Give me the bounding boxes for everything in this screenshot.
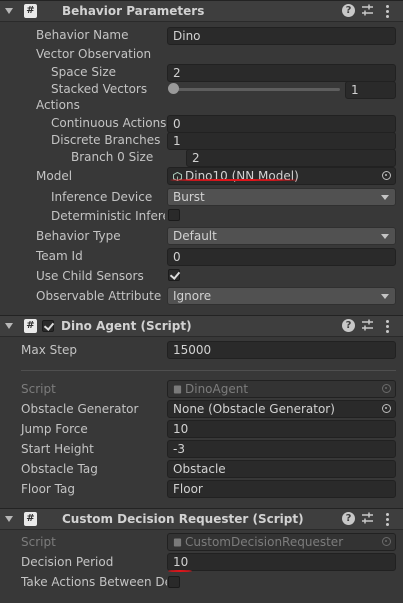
presets-icon[interactable] — [361, 512, 374, 525]
caret-down-icon — [381, 234, 389, 239]
stacked-vectors-slider-thumb[interactable] — [168, 83, 179, 94]
obstacle-tag-label: Obstacle Tag — [21, 462, 98, 476]
inference-device-dropdown[interactable]: Burst — [167, 188, 396, 206]
stacked-vectors-slider-track[interactable] — [172, 88, 340, 91]
object-picker-icon[interactable] — [382, 404, 391, 413]
red-underline-annotation — [170, 179, 297, 181]
script-icon: # — [24, 319, 37, 333]
decision-period-input[interactable]: 10 — [167, 553, 396, 571]
decision-requester-header[interactable]: # Custom Decision Requester (Script) ? — [0, 508, 403, 530]
script-label: Script — [21, 535, 56, 549]
script-object-field: DinoAgent — [167, 380, 396, 398]
jump-force-input[interactable]: 10 — [167, 420, 396, 438]
component-enabled-checkbox[interactable] — [42, 320, 55, 332]
red-underline-annotation — [168, 570, 192, 572]
behavior-type-value: Default — [173, 229, 217, 243]
behavior-parameters-header[interactable]: # Behavior Parameters ? — [0, 0, 403, 22]
component-title: Custom Decision Requester (Script) — [62, 512, 304, 526]
object-picker-icon — [382, 384, 391, 393]
decision-period-label: Decision Period — [21, 555, 114, 569]
checkmark-icon — [43, 320, 55, 331]
kebab-menu-icon[interactable] — [386, 5, 390, 18]
section-divider — [21, 370, 396, 371]
kebab-menu-icon[interactable] — [386, 320, 390, 333]
use-child-sensors-label: Use Child Sensors — [36, 269, 144, 283]
chevron-down-icon[interactable] — [5, 8, 13, 14]
cs-script-icon — [173, 538, 182, 547]
actions-label: Actions — [36, 98, 80, 112]
space-size-label: Space Size — [51, 65, 117, 79]
script-icon: # — [24, 4, 37, 18]
caret-down-icon — [381, 195, 389, 200]
continuous-actions-label: Continuous Actions — [51, 116, 167, 130]
chevron-down-icon[interactable] — [5, 323, 13, 329]
use-child-sensors-checkbox[interactable] — [168, 269, 181, 281]
take-actions-between-label: Take Actions Between De — [21, 575, 167, 589]
jump-force-label: Jump Force — [21, 422, 88, 436]
caret-down-icon — [381, 294, 389, 299]
cs-script-icon — [173, 385, 182, 394]
kebab-menu-icon[interactable] — [386, 513, 390, 526]
model-label: Model — [36, 169, 73, 183]
script-value: DinoAgent — [185, 382, 249, 396]
start-height-input[interactable]: -3 — [167, 440, 396, 458]
stacked-vectors-label: Stacked Vectors — [51, 82, 148, 96]
script-label: Script — [21, 382, 56, 396]
behavior-name-label: Behavior Name — [36, 28, 129, 42]
component-title: Behavior Parameters — [62, 4, 205, 18]
presets-icon[interactable] — [361, 319, 374, 332]
observable-attribute-dropdown[interactable]: Ignore — [167, 287, 396, 305]
chevron-down-icon[interactable] — [5, 516, 13, 522]
vector-observation-label: Vector Observation — [36, 47, 152, 61]
continuous-actions-input[interactable]: 0 — [167, 115, 396, 133]
behavior-type-dropdown[interactable]: Default — [167, 227, 396, 245]
start-height-label: Start Height — [21, 442, 94, 456]
max-step-input[interactable]: 15000 — [167, 341, 396, 359]
branch-0-size-input[interactable]: 2 — [186, 149, 396, 167]
object-picker-icon[interactable] — [382, 171, 391, 180]
component-title: Dino Agent (Script) — [61, 319, 192, 333]
take-actions-between-checkbox[interactable] — [168, 576, 180, 588]
discrete-branches-input[interactable]: 1 — [167, 132, 396, 150]
model-object-field[interactable]: Dino10 (NN Model) — [167, 167, 396, 185]
behavior-name-input[interactable]: Dino — [167, 27, 396, 45]
floor-tag-input[interactable]: Floor — [167, 480, 396, 498]
help-icon[interactable]: ? — [342, 512, 355, 525]
branch-0-size-label: Branch 0 Size — [71, 150, 154, 164]
dino-agent-header[interactable]: # Dino Agent (Script) ? — [0, 315, 403, 337]
floor-tag-label: Floor Tag — [21, 482, 75, 496]
obstacle-generator-object-field[interactable]: None (Obstacle Generator) — [167, 400, 396, 418]
behavior-type-label: Behavior Type — [36, 229, 121, 243]
script-object-field: CustomDecisionRequester — [167, 533, 396, 551]
help-icon[interactable]: ? — [342, 4, 355, 17]
script-icon: # — [24, 512, 37, 526]
object-picker-icon — [382, 537, 391, 546]
team-id-label: Team Id — [36, 249, 83, 263]
help-icon[interactable]: ? — [342, 319, 355, 332]
stacked-vectors-input[interactable]: 1 — [345, 81, 396, 99]
observable-attribute-value: Ignore — [173, 289, 212, 303]
presets-icon[interactable] — [361, 4, 374, 17]
obstacle-tag-input[interactable]: Obstacle — [167, 460, 396, 478]
inference-device-value: Burst — [173, 190, 205, 204]
obstacle-generator-value: None (Obstacle Generator) — [173, 402, 335, 416]
deterministic-inference-label: Deterministic Inferen — [51, 209, 165, 223]
space-size-input[interactable]: 2 — [167, 64, 396, 82]
checkmark-icon — [169, 269, 181, 280]
deterministic-inference-checkbox[interactable] — [168, 209, 180, 221]
max-step-label: Max Step — [21, 343, 77, 357]
script-value: CustomDecisionRequester — [185, 535, 344, 549]
discrete-branches-label: Discrete Branches — [51, 133, 161, 147]
team-id-input[interactable]: 0 — [167, 248, 396, 266]
obstacle-generator-label: Obstacle Generator — [21, 402, 139, 416]
inference-device-label: Inference Device — [51, 190, 153, 204]
observable-attribute-label: Observable Attribute Ha — [36, 289, 166, 303]
